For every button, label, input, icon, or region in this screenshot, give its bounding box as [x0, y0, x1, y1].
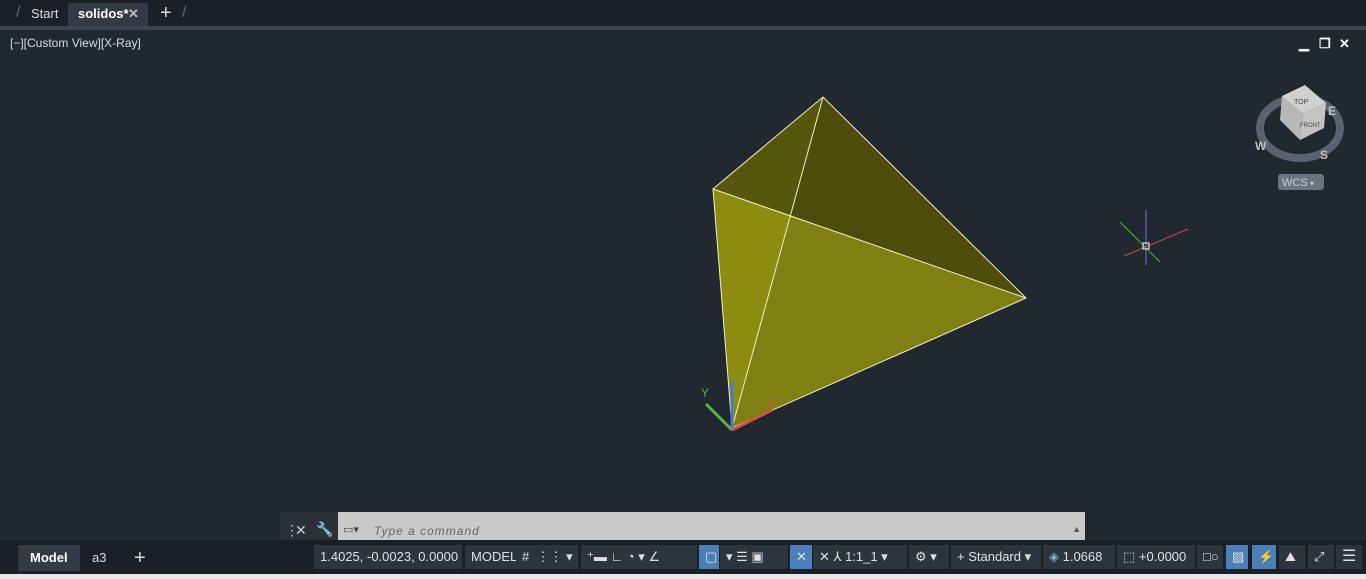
customize-wrench-icon[interactable]: 🔧: [316, 521, 333, 538]
close-command-icon[interactable]: ✕: [295, 522, 307, 539]
wcs-menu[interactable]: WCS ▾: [1278, 174, 1324, 190]
hardware-acceleration-icon[interactable]: ▨: [1226, 545, 1248, 569]
elevation-value: +0.0000: [1138, 549, 1187, 564]
new-layout-plus-icon[interactable]: +: [122, 545, 158, 571]
style-selector[interactable]: + Standard ▾: [951, 545, 1041, 569]
pyramid-solid: [712, 96, 1027, 429]
annotation-scale[interactable]: ✕ ⅄ 1:1_1 ▾: [813, 545, 907, 569]
model-space-button[interactable]: MODEL: [465, 545, 524, 569]
command-expand-icon[interactable]: ▲: [1072, 524, 1081, 534]
command-input[interactable]: Type a command: [374, 524, 480, 538]
grid-snap-buttons[interactable]: # ⋮⋮ ▾: [516, 545, 578, 569]
graphics-warning-icon[interactable]: ⛰: [1279, 545, 1305, 569]
coordinates-readout[interactable]: 1.4025, -0.0023, 0.0000: [314, 545, 462, 569]
viewcube-top[interactable]: TOP: [1294, 99, 1309, 106]
annotation-scale-value: 1:1_1: [845, 549, 878, 564]
annotation-visibility-button[interactable]: ✕: [790, 545, 812, 569]
workspace-gear-icon[interactable]: ⚙ ▾: [909, 545, 949, 569]
style-value: Standard: [968, 549, 1021, 564]
ucs-y-label: Y: [701, 386, 709, 400]
drafting-aids-buttons[interactable]: ⁺▬ ∟ ◔ ▾ ∠: [581, 545, 697, 569]
compass-w[interactable]: W: [1255, 139, 1267, 153]
layout-tab-a3[interactable]: a3: [80, 545, 118, 571]
command-history-icon[interactable]: ▭▾: [343, 523, 359, 536]
lineweight-transparency-buttons[interactable]: ▾ ☰ ▣: [720, 545, 788, 569]
crosshair-cursor: [1119, 210, 1189, 265]
elevation-readout[interactable]: ⬚ +0.0000: [1117, 545, 1195, 569]
lineweight-value: 1.0668: [1062, 549, 1103, 564]
compass-s[interactable]: S: [1320, 148, 1328, 162]
object-snap-button[interactable]: ▢: [699, 545, 719, 569]
drawing-viewport[interactable]: Y Z X TOP FRONT W S E WCS ▾: [0, 0, 1366, 540]
graphics-performance-icon[interactable]: ⚡: [1252, 545, 1276, 569]
customization-menu-icon[interactable]: ☰: [1336, 545, 1362, 569]
ucs-z-label: Z: [729, 377, 736, 391]
viewcube[interactable]: TOP FRONT W S E: [1255, 85, 1344, 162]
layout-tab-model[interactable]: Model: [18, 545, 80, 571]
isolate-objects-icon[interactable]: □○: [1197, 545, 1223, 569]
svg-text:▾: ▾: [1310, 179, 1314, 188]
fullscreen-icon[interactable]: ⤢: [1308, 545, 1334, 569]
viewcube-front[interactable]: FRONT: [1300, 123, 1321, 129]
taskbar-edge: [0, 574, 1366, 579]
wcs-label: WCS: [1282, 177, 1308, 189]
lineweight-readout[interactable]: ◈ 1.0668: [1043, 545, 1115, 569]
ucs-x-label: X: [768, 396, 776, 410]
compass-e[interactable]: E: [1328, 104, 1336, 118]
